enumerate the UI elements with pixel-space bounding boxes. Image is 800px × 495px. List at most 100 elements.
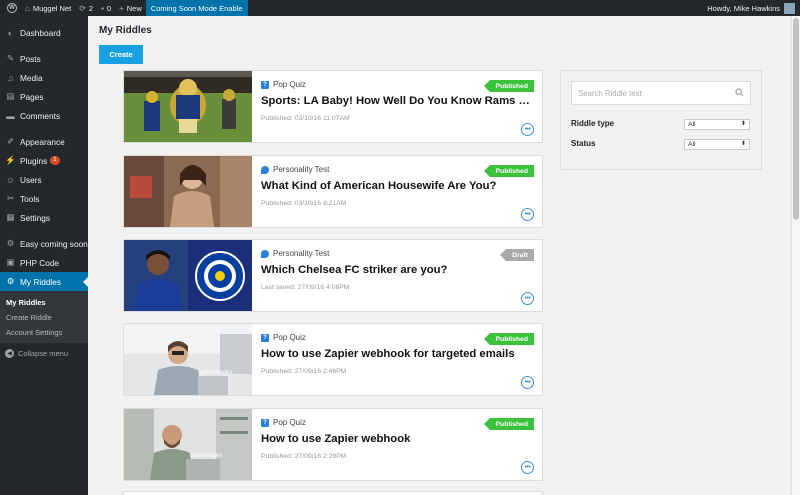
personality-test-icon bbox=[261, 249, 269, 258]
create-button[interactable]: Create bbox=[99, 45, 143, 64]
users-icon: ☺ bbox=[6, 174, 15, 185]
status-select[interactable]: All ⬍ bbox=[684, 139, 750, 150]
riddle-thumbnail: gettyimages bbox=[124, 409, 252, 480]
riddle-type-select[interactable]: All ⬍ bbox=[684, 119, 750, 130]
comments-link[interactable]: ▪ 0 bbox=[97, 0, 115, 16]
riddle-title[interactable]: How to use Zapier webhook bbox=[261, 433, 533, 445]
riddle-thumbnail bbox=[124, 240, 252, 311]
riddle-type-value: All bbox=[688, 121, 696, 128]
sidebar-item-label: Media bbox=[20, 72, 43, 83]
submenu-create-riddle[interactable]: Create Riddle bbox=[0, 310, 88, 325]
dashboard-icon: ◐ bbox=[7, 27, 14, 38]
new-label: New bbox=[126, 3, 142, 13]
sidebar-item-label: Appearance bbox=[20, 136, 65, 147]
search-placeholder: Search Riddle text bbox=[578, 88, 642, 98]
refresh-icon: ⟳ bbox=[79, 3, 86, 13]
riddle-type: ? Pop Quiz bbox=[261, 418, 306, 427]
coming-soon-label: Coming Soon Mode Enable bbox=[150, 3, 243, 13]
riddle-card[interactable]: ? Pop Quiz Sports: LA Baby! How Well Do Y… bbox=[123, 70, 543, 143]
page-title: My Riddles bbox=[99, 25, 152, 36]
sidebar-item-label: Users bbox=[20, 174, 42, 185]
updates-count: 2 bbox=[88, 3, 94, 13]
collapse-menu-button[interactable]: ◀ Collapse menu bbox=[0, 343, 88, 358]
wordpress-icon: W bbox=[7, 3, 17, 13]
sidebar-item-php-code[interactable]: ▣ PHP Code bbox=[0, 253, 88, 272]
sidebar-item-label: Tools bbox=[20, 193, 40, 204]
riddle-type-label: Pop Quiz bbox=[273, 418, 306, 427]
riddle-thumbnail: gettyimages bbox=[124, 324, 252, 395]
comments-count: 0 bbox=[106, 3, 112, 13]
riddle-card[interactable] bbox=[123, 491, 543, 495]
riddle-date: Published: 03/10/16 11:07AM bbox=[261, 115, 350, 122]
sidebar-item-dashboard[interactable]: ◐ Dashboard bbox=[0, 23, 88, 42]
more-options-icon[interactable]: ••• bbox=[521, 461, 534, 474]
sidebar-item-pages[interactable]: ▤ Pages bbox=[0, 87, 88, 106]
scrollbar-thumb[interactable] bbox=[793, 18, 799, 220]
gear-icon: ⚙ bbox=[6, 238, 15, 248]
riddle-date: Published: 27/09/16 2:46PM bbox=[261, 368, 347, 375]
status-badge: Published bbox=[483, 80, 534, 92]
sidebar-item-media[interactable]: ♫ Media bbox=[0, 68, 88, 87]
more-options-icon[interactable]: ••• bbox=[521, 208, 534, 221]
search-input[interactable]: Search Riddle text bbox=[571, 81, 751, 105]
new-content-link[interactable]: + New bbox=[115, 0, 146, 16]
scrollbar[interactable] bbox=[791, 16, 800, 495]
plus-icon: + bbox=[119, 3, 124, 13]
riddle-card[interactable]: gettyimages ? Pop Quiz How to use Zapier … bbox=[123, 408, 543, 481]
sidebar-item-plugins[interactable]: ⚡ Plugins 1 bbox=[0, 151, 88, 170]
coming-soon-toggle[interactable]: Coming Soon Mode Enable bbox=[145, 0, 248, 16]
sidebar-item-label: Dashboard bbox=[20, 27, 61, 38]
riddles-submenu: My Riddles Create Riddle Account Setting… bbox=[0, 291, 88, 343]
sidebar-item-tools[interactable]: ✂ Tools bbox=[0, 189, 88, 208]
riddle-type-label: Personality Test bbox=[273, 165, 330, 174]
pin-icon: ✎ bbox=[6, 53, 15, 63]
riddle-date: Published: 03/10/16 8:21AM bbox=[261, 200, 347, 207]
collapse-arrow-icon: ◀ bbox=[5, 349, 14, 358]
sidebar-item-label: Pages bbox=[20, 91, 44, 102]
updates-link[interactable]: ⟳ 2 bbox=[75, 0, 97, 16]
select-arrows-icon: ⬍ bbox=[740, 121, 746, 127]
brush-icon: ✐ bbox=[6, 136, 15, 146]
riddle-card[interactable]: Personality Test Which Chelsea FC strike… bbox=[123, 239, 543, 312]
sidebar-item-label: My Riddles bbox=[20, 276, 62, 287]
select-arrows-icon: ⬍ bbox=[740, 141, 746, 147]
gear-icon: ⚙ bbox=[6, 276, 15, 286]
riddle-card[interactable]: Personality Test What Kind of American H… bbox=[123, 155, 543, 228]
riddle-title[interactable]: How to use Zapier webhook for targeted e… bbox=[261, 348, 533, 360]
sidebar-item-easy-coming-soon[interactable]: ⚙ Easy coming soon bbox=[0, 234, 88, 253]
wordpress-logo-button[interactable]: W bbox=[0, 0, 21, 16]
user-account-menu[interactable]: Howdy, Mike Hawkins bbox=[707, 0, 795, 16]
sidebar-item-comments[interactable]: ▬ Comments bbox=[0, 106, 88, 125]
sidebar-item-my-riddles[interactable]: ⚙ My Riddles bbox=[0, 272, 88, 291]
riddle-title[interactable]: What Kind of American Housewife Are You? bbox=[261, 180, 533, 192]
sidebar-item-posts[interactable]: ✎ Posts bbox=[0, 49, 88, 68]
riddle-type: Personality Test bbox=[261, 249, 329, 258]
site-name-link[interactable]: ⌂ Muggel Net bbox=[21, 0, 75, 16]
more-options-icon[interactable]: ••• bbox=[521, 376, 534, 389]
more-options-icon[interactable]: ••• bbox=[521, 123, 534, 136]
sidebar-item-label: Settings bbox=[20, 212, 50, 223]
sidebar-item-label: Easy coming soon bbox=[20, 238, 88, 249]
more-options-icon[interactable]: ••• bbox=[521, 292, 534, 305]
settings-icon: ▦ bbox=[6, 212, 15, 222]
comment-bubble-icon: ▪ bbox=[101, 3, 104, 13]
riddle-card[interactable]: gettyimages ? Pop Quiz How to use Zapier … bbox=[123, 323, 543, 396]
riddle-type-label: Pop Quiz bbox=[273, 333, 306, 342]
sidebar-item-users[interactable]: ☺ Users bbox=[0, 170, 88, 189]
submenu-my-riddles[interactable]: My Riddles bbox=[0, 295, 88, 310]
status-badge: Published bbox=[483, 418, 534, 430]
code-icon: ▣ bbox=[6, 257, 15, 267]
collapse-label: Collapse menu bbox=[18, 349, 69, 358]
sidebar-item-settings[interactable]: ▦ Settings bbox=[0, 208, 88, 227]
riddle-title[interactable]: Sports: LA Baby! How Well Do You Know Ra… bbox=[261, 95, 533, 107]
avatar bbox=[784, 2, 795, 14]
submenu-account-settings[interactable]: Account Settings bbox=[0, 325, 88, 340]
riddle-title[interactable]: Which Chelsea FC striker are you? bbox=[261, 264, 533, 276]
riddle-thumbnail bbox=[124, 156, 252, 227]
wrench-icon: ✂ bbox=[6, 193, 15, 203]
plugin-icon: ⚡ bbox=[5, 155, 16, 165]
sidebar-item-appearance[interactable]: ✐ Appearance bbox=[0, 132, 88, 151]
riddle-type: ? Pop Quiz bbox=[261, 80, 306, 89]
riddle-type-label: Pop Quiz bbox=[273, 80, 306, 89]
site-name: Muggel Net bbox=[32, 3, 72, 13]
